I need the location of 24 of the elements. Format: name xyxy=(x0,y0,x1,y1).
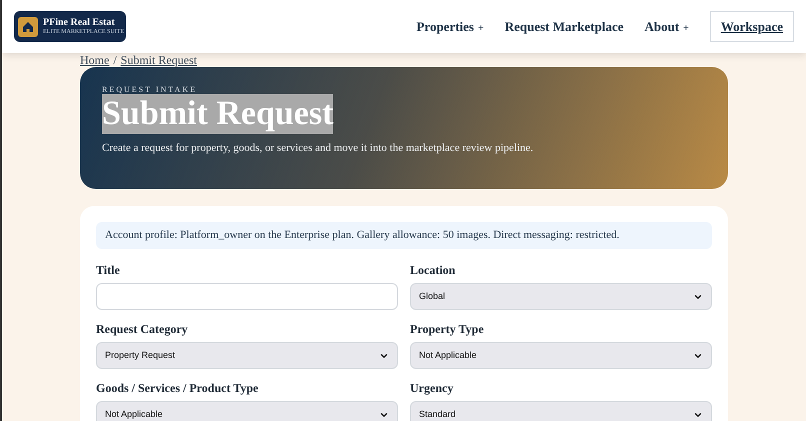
logo-name: PFine Real Estat xyxy=(43,18,116,28)
nav-link[interactable]: Properties + xyxy=(416,16,484,36)
select-field[interactable]: Not Applicable xyxy=(96,401,398,421)
house-icon xyxy=(18,16,38,36)
account-notice: Account profile: Platform_owner on the Enterprise plan. Gallery allowance: 50 images. Direct messaging: restricted. xyxy=(96,222,712,249)
nav-link[interactable]: Request Marketplace xyxy=(504,16,624,36)
eyebrow-text: REQUEST INTAKE xyxy=(102,86,198,94)
select-field[interactable]: Not Applicable xyxy=(410,342,712,369)
field-label: Location xyxy=(410,262,456,279)
field-label: Urgency xyxy=(410,380,454,397)
hero-description: Create a request for property, goods, or services and move it into the marketplace review pipeline. xyxy=(102,141,534,156)
breadcrumb-link[interactable]: Home xyxy=(80,51,110,69)
select-field[interactable]: Standard xyxy=(410,401,712,421)
workspace-button[interactable]: Workspace xyxy=(710,10,794,42)
select-field[interactable]: Global xyxy=(410,283,712,310)
select-field[interactable]: Property Request xyxy=(96,342,398,369)
nav-link[interactable]: About + xyxy=(644,16,689,36)
breadcrumb-link[interactable]: Submit Request xyxy=(120,51,198,69)
field-label: Property Type xyxy=(410,321,485,338)
field-label: Title xyxy=(96,262,121,279)
field-label: Goods / Services / Product Type xyxy=(96,380,260,397)
title-input[interactable] xyxy=(96,283,398,310)
breadcrumb-separator: / xyxy=(113,52,117,69)
field-label: Request Category xyxy=(96,321,189,338)
